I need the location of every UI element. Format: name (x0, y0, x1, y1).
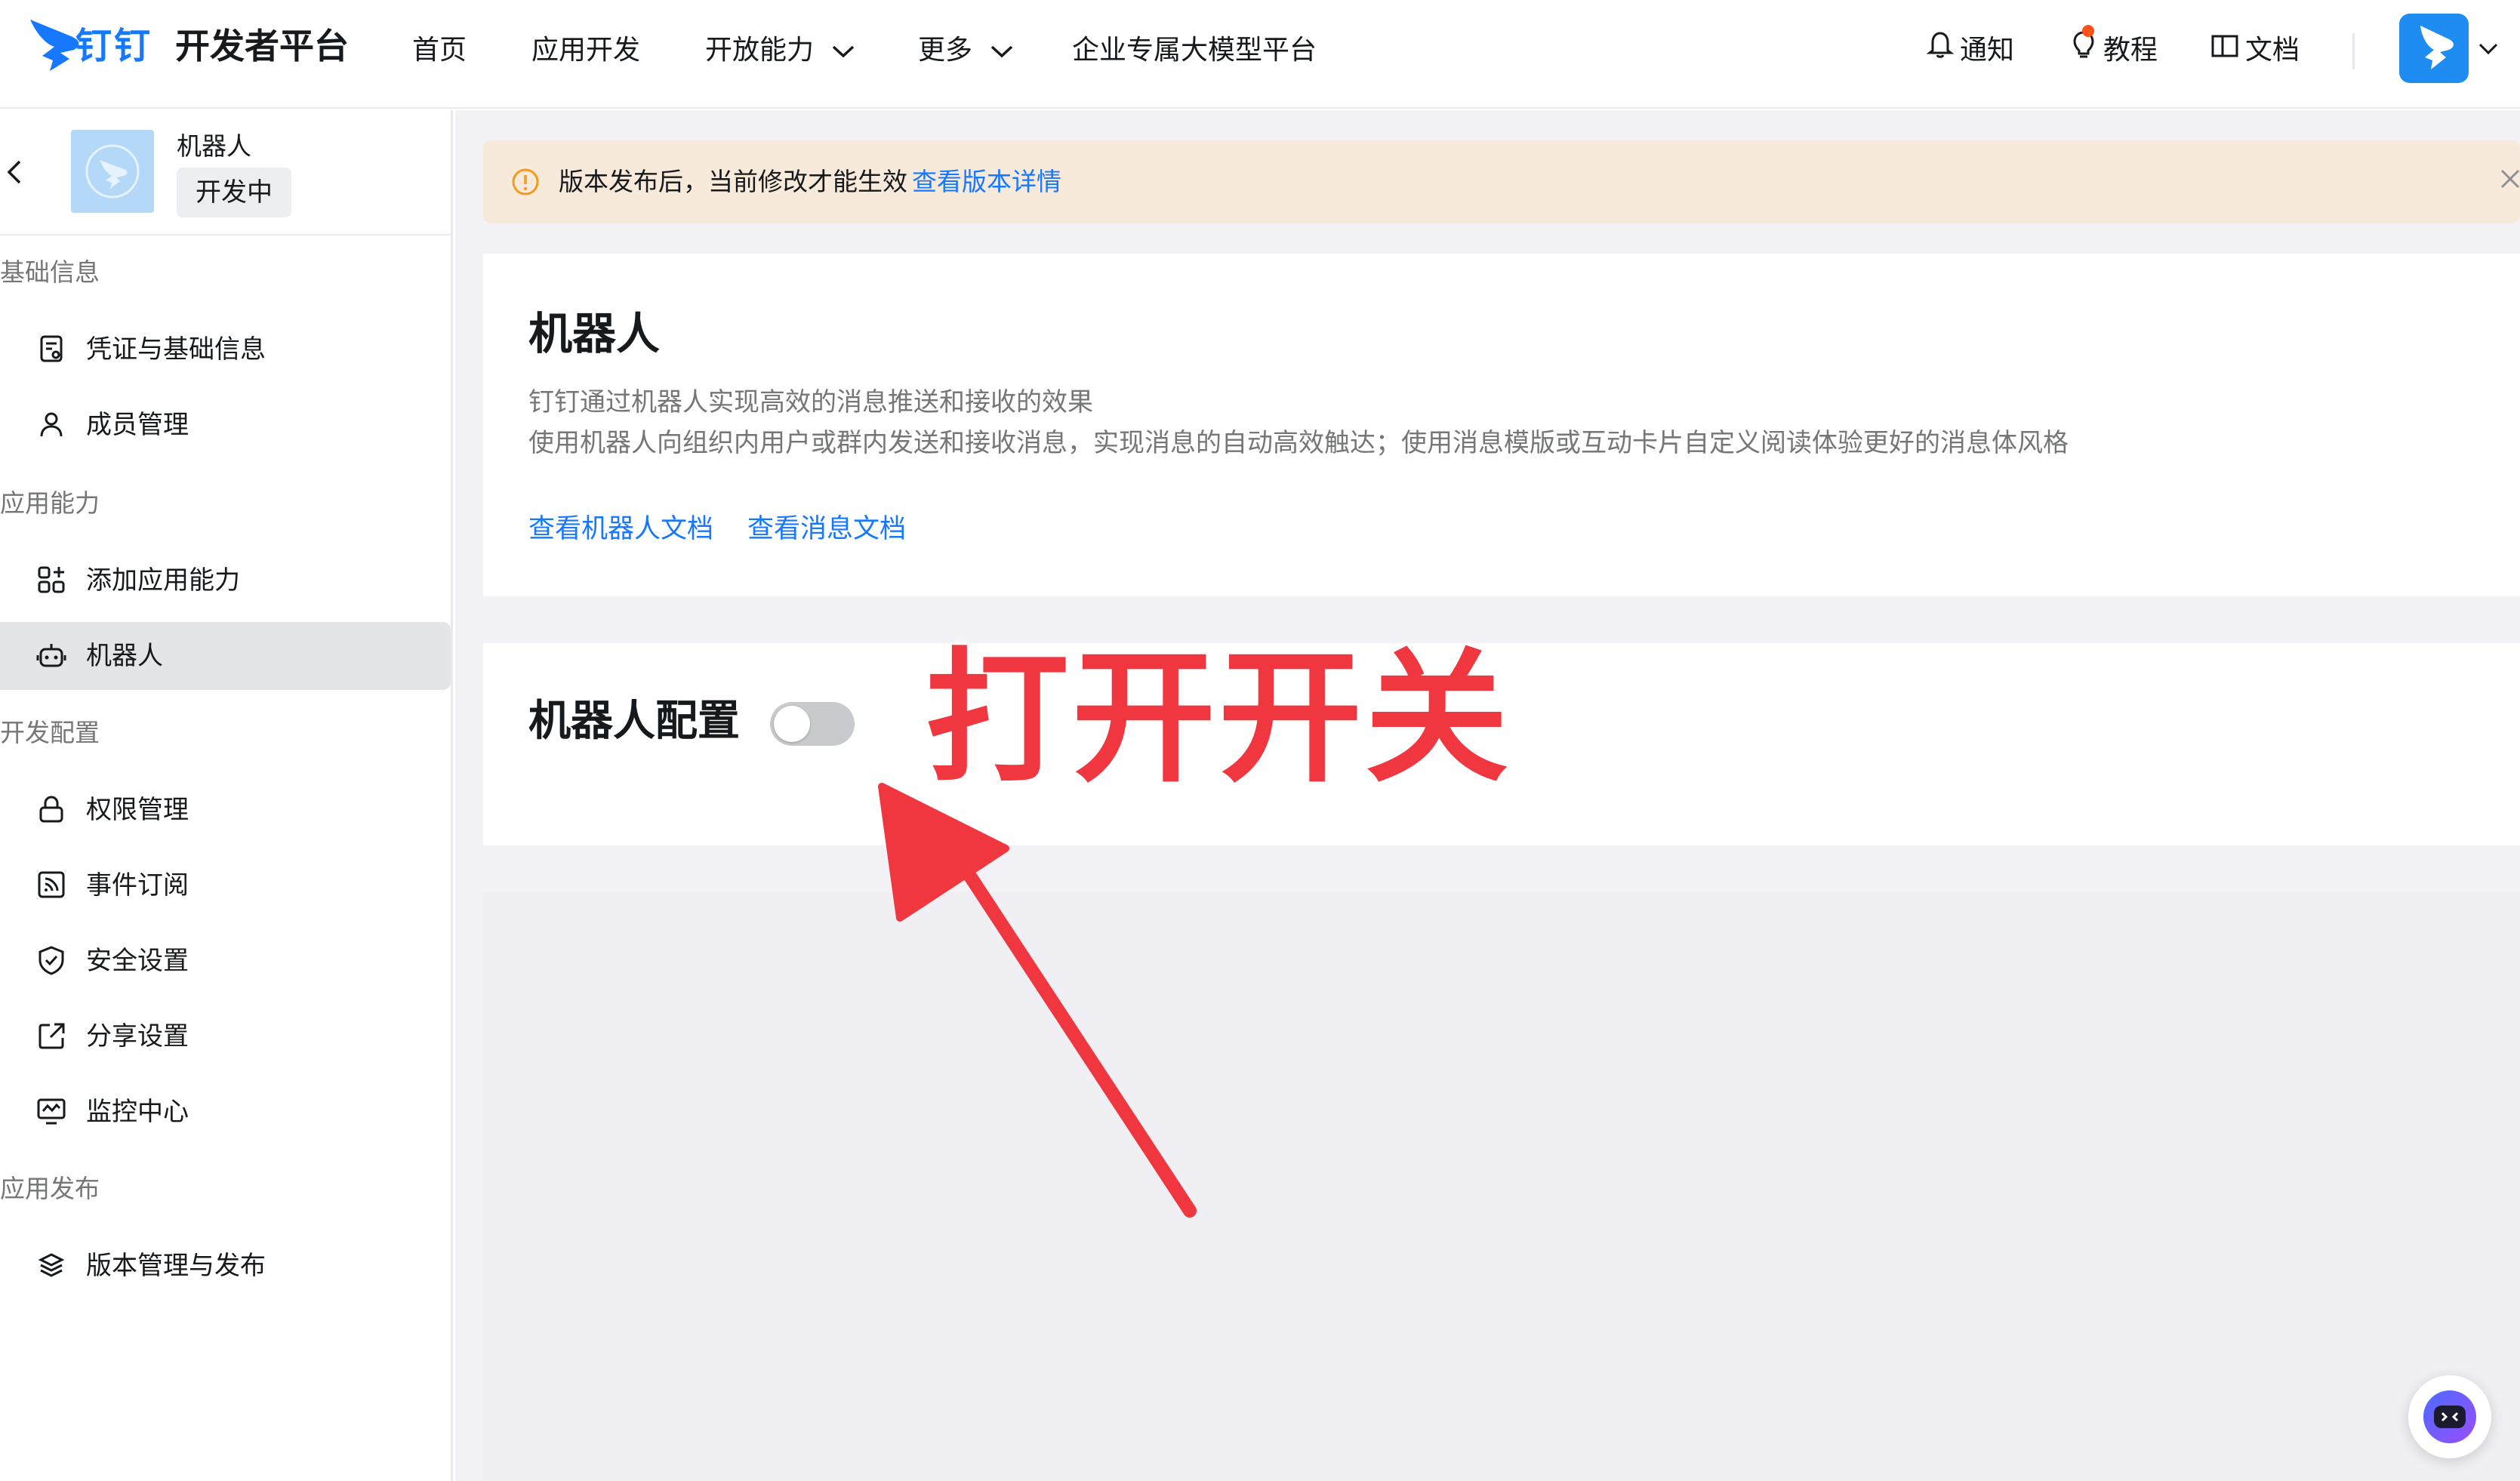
sidebar-item-label: 版本管理与发布 (86, 1251, 266, 1281)
robot-icon (36, 640, 68, 672)
sidebar-item-event-subscription[interactable]: 事件订阅 (0, 851, 451, 919)
empty-content-area (483, 892, 2520, 1481)
sidebar-item-label: 成员管理 (86, 410, 189, 440)
robot-card-description-1: 钉钉通过机器人实现高效的消息推送和接收的效果 (528, 387, 1093, 417)
tutorial-label: 教程 (2103, 35, 2158, 66)
docs-label: 文档 (2245, 35, 2300, 66)
header-divider (2352, 33, 2355, 69)
notification-label: 通知 (1960, 35, 2015, 66)
user-icon (36, 409, 68, 441)
sidebar-item-monitor[interactable]: 监控中心 (0, 1078, 451, 1146)
nav-open-capability-label: 开放能力 (705, 35, 815, 66)
notification-button[interactable]: 通知 (1926, 27, 2015, 75)
nav-enterprise-llm[interactable]: 企业专属大模型平台 (1072, 27, 1317, 74)
tutorial-button[interactable]: 教程 (2070, 25, 2158, 75)
lock-icon (36, 794, 68, 826)
back-arrow-icon[interactable] (5, 159, 26, 189)
sidebar-item-label: 事件订阅 (86, 870, 189, 901)
robot-docs-link[interactable]: 查看机器人文档 (528, 510, 713, 548)
sidebar: 机器人 开发中 基础信息 凭证与基础信息 成员管理 应用能力 添加应用能力 机器… (0, 110, 453, 1481)
sidebar-item-label: 分享设置 (86, 1021, 189, 1051)
robot-card-title: 机器人 (528, 308, 661, 359)
unread-dot (2082, 25, 2094, 37)
brand-subtitle[interactable]: 开发者平台 (175, 21, 349, 71)
robot-config-title: 机器人配置 (528, 697, 740, 746)
sidebar-group-basic-info: 基础信息 (0, 257, 100, 287)
robot-card-description-2: 使用机器人向组织内用户或群内发送和接收消息，实现消息的自动高效触达；使用消息模版… (528, 428, 2069, 458)
shield-icon (36, 945, 68, 977)
sidebar-item-label: 权限管理 (86, 795, 189, 825)
layers-icon (36, 1250, 68, 1282)
assistant-face (2434, 1406, 2466, 1428)
sidebar-item-security[interactable]: 安全设置 (0, 927, 451, 995)
user-avatar[interactable] (2399, 14, 2469, 83)
sidebar-item-credentials[interactable]: 凭证与基础信息 (0, 316, 451, 383)
sidebar-item-label: 安全设置 (86, 946, 189, 976)
credential-icon (36, 334, 68, 365)
monitor-icon (36, 1096, 68, 1128)
robot-config-toggle[interactable] (770, 702, 855, 746)
chevron-down-icon (831, 44, 855, 59)
sidebar-item-share[interactable]: 分享设置 (0, 1002, 451, 1070)
bell-icon (1926, 28, 1955, 75)
nav-more-label: 更多 (918, 35, 973, 66)
app-icon (71, 130, 154, 213)
sidebar-item-label: 凭证与基础信息 (86, 334, 266, 365)
sidebar-group-app-release: 应用发布 (0, 1174, 100, 1203)
annotation-arrow-icon (861, 770, 1223, 1241)
lightbulb-icon (2070, 25, 2097, 75)
sidebar-group-app-capability: 应用能力 (0, 488, 100, 518)
sidebar-item-version-release[interactable]: 版本管理与发布 (0, 1232, 451, 1300)
sidebar-item-label: 监控中心 (86, 1097, 189, 1127)
rss-icon (36, 870, 68, 901)
nav-more[interactable]: 更多 (918, 27, 1014, 74)
nav-open-capability[interactable]: 开放能力 (705, 27, 855, 74)
share-icon (36, 1021, 68, 1052)
sidebar-divider (0, 234, 451, 236)
toggle-knob (774, 706, 810, 742)
info-icon (510, 167, 541, 200)
chevron-down-icon[interactable] (2478, 42, 2499, 59)
release-notice-banner: 版本发布后，当前修改才能生效 查看版本详情 (483, 140, 2520, 223)
assistant-icon (2423, 1390, 2476, 1443)
chevron-down-icon (990, 44, 1014, 59)
nav-home[interactable]: 首页 (412, 27, 467, 74)
app-name: 机器人 (177, 131, 251, 161)
sidebar-item-robot[interactable]: 机器人 (0, 622, 451, 690)
view-version-details-link[interactable]: 查看版本详情 (912, 167, 1061, 196)
app-status-badge: 开发中 (177, 168, 291, 217)
sidebar-item-members[interactable]: 成员管理 (0, 391, 451, 459)
nav-app-dev[interactable]: 应用开发 (531, 27, 640, 74)
alert-message: 版本发布后，当前修改才能生效 查看版本详情 (559, 140, 1061, 223)
apps-add-icon (36, 565, 68, 596)
close-icon[interactable] (2499, 168, 2520, 193)
sidebar-item-add-capability[interactable]: 添加应用能力 (0, 547, 451, 614)
sidebar-item-label: 添加应用能力 (86, 565, 240, 596)
message-docs-link[interactable]: 查看消息文档 (747, 510, 906, 548)
ai-assistant-button[interactable] (2408, 1375, 2491, 1458)
sidebar-item-label: 机器人 (86, 641, 163, 671)
sidebar-item-permissions[interactable]: 权限管理 (0, 776, 451, 844)
alert-text: 版本发布后，当前修改才能生效 (559, 167, 907, 196)
brand-name[interactable]: 钉钉 (75, 21, 152, 71)
top-navigation-bar: 钉钉 开发者平台 首页 应用开发 开放能力 更多 企业专属大模型平台 通知 教程… (0, 0, 2520, 109)
sidebar-group-dev-config: 开发配置 (0, 718, 100, 747)
book-icon (2210, 28, 2239, 75)
docs-button[interactable]: 文档 (2210, 27, 2300, 74)
robot-intro-card: 机器人 钉钉通过机器人实现高效的消息推送和接收的效果 使用机器人向组织内用户或群… (483, 254, 2520, 596)
